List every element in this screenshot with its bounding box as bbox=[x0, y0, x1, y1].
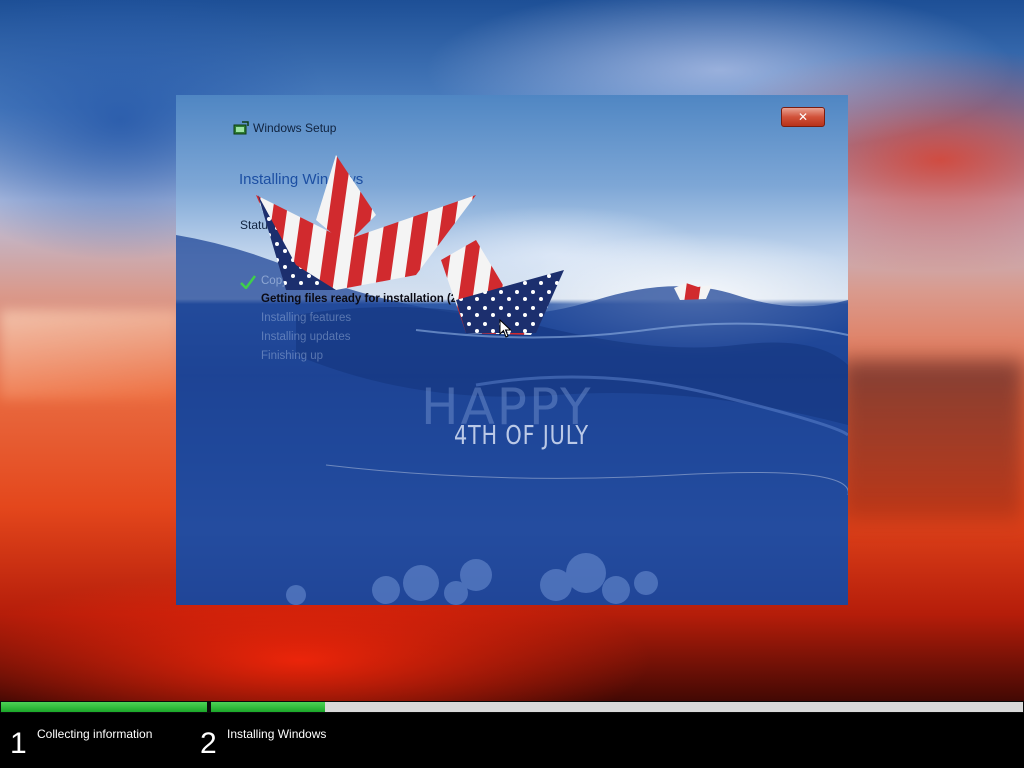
setup-window: ✕ Windows Setup Installing Windows Statu… bbox=[176, 95, 848, 605]
setup-stages-bar: 1 Collecting information 2 Installing Wi… bbox=[0, 713, 1024, 768]
background-cloud bbox=[840, 360, 1024, 520]
mouse-pointer-icon bbox=[499, 319, 512, 338]
progress-fill bbox=[1, 702, 207, 712]
stage-number: 2 bbox=[200, 727, 217, 760]
setup-progress-bar bbox=[0, 701, 1024, 713]
paper-boats-artwork bbox=[256, 155, 712, 335]
progress-segment-collecting bbox=[1, 702, 207, 712]
wallpaper-july-text: 4TH OF JULY bbox=[454, 421, 589, 451]
progress-fill bbox=[211, 702, 325, 712]
stage-number: 1 bbox=[10, 727, 27, 760]
progress-segment-installing bbox=[211, 702, 1023, 712]
background-cloud bbox=[0, 310, 180, 400]
stage-label: Installing Windows bbox=[227, 727, 327, 741]
stage-label: Collecting information bbox=[37, 727, 153, 741]
